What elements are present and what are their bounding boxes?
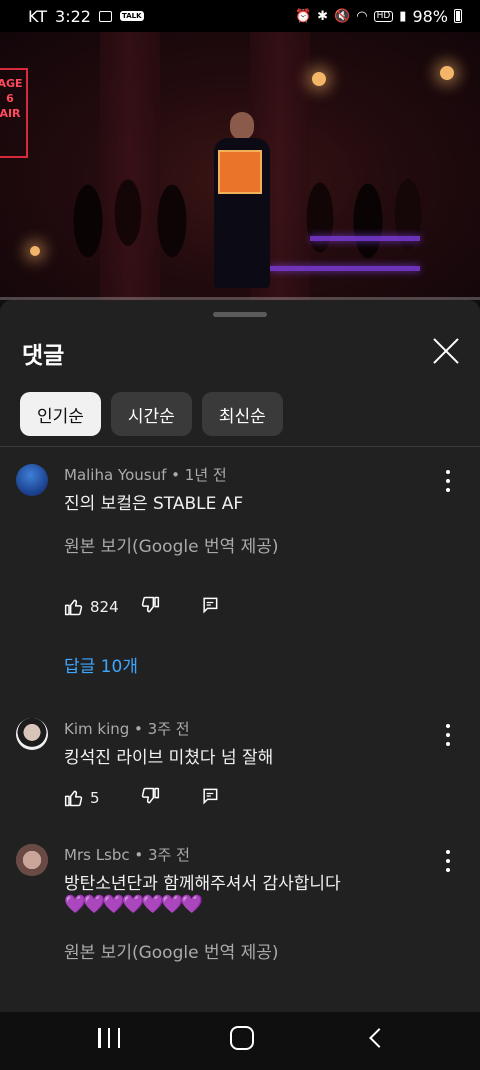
comment-text: 킹석진 라이브 미쳤다 넘 잘해 [64,748,274,768]
comment-text: 방탄소년단과 함께해주셔서 감사합니다 [64,874,341,894]
like-count: 824 [90,598,119,616]
dislike-button[interactable] [140,786,200,810]
time-label: 3:22 [55,6,91,26]
mute-icon: 🔇 [334,8,351,24]
host-figure [214,112,270,288]
wifi-icon: ◠ [356,8,368,24]
comment-meta[interactable]: Kim king • 3주 전 [64,718,190,739]
battery-percent: 98% [412,6,448,26]
back-icon[interactable] [369,1028,389,1048]
lamp-decor [440,66,454,80]
more-options-button[interactable] [440,724,456,746]
close-button[interactable] [432,336,462,366]
comment-meta[interactable]: Maliha Yousuf • 1년 전 [64,464,227,485]
bluetooth-icon: ✱ [317,8,329,24]
comment-actions: 824 [64,595,220,619]
more-options-button[interactable] [440,470,456,492]
home-icon[interactable] [230,1026,254,1050]
more-options-button[interactable] [440,850,456,872]
system-nav-bar [0,1012,480,1070]
host-sign [218,150,262,194]
video-player[interactable]: AGE 6 AIR [0,32,480,300]
divider [0,446,480,447]
reply-icon [203,788,218,805]
avatar[interactable] [16,464,48,496]
drag-handle[interactable] [213,312,267,317]
gallery-icon [98,10,112,22]
recent-apps-icon[interactable] [98,1028,120,1048]
view-replies-link[interactable]: 답글 10개 [64,652,138,677]
reply-button[interactable] [200,786,220,810]
comment-emoji: 💜💜💜💜💜💜💜 [64,894,203,915]
thumbs-down-icon [141,596,160,613]
chip-newest[interactable]: 최신순 [201,392,283,436]
comments-panel: 댓글 인기순 시간순 최신순 Maliha Yousuf • 1년 전 진의 보… [0,300,480,1012]
see-original-link[interactable]: 원본 보기(Google 번역 제공) [64,938,279,963]
avatar[interactable] [16,844,48,876]
like-button[interactable]: 824 [64,597,140,617]
thumbs-down-icon [141,787,160,804]
talk-icon: TALK [119,11,144,21]
neon-sign: AGE 6 AIR [0,68,28,158]
comment-actions: 5 [64,786,220,810]
comment-text: 진의 보컬은 STABLE AF [64,494,244,514]
reply-icon [203,597,218,614]
thumbs-up-icon [64,790,83,807]
see-original-link[interactable]: 원본 보기(Google 번역 제공) [64,532,279,557]
chip-time[interactable]: 시간순 [110,392,192,436]
dislike-button[interactable] [140,595,200,619]
like-button[interactable]: 5 [64,788,140,808]
alarm-icon: ⏰ [294,8,312,24]
lamp-decor [30,246,40,256]
comment-meta[interactable]: Mrs Lsbc • 3주 전 [64,844,190,865]
sort-chips: 인기순 시간순 최신순 [20,392,283,436]
battery-icon [454,9,462,23]
lamp-decor [312,72,326,86]
like-count: 5 [90,789,100,807]
signal-icon: ▮ [399,8,407,24]
panel-title: 댓글 [22,343,65,369]
chip-popular[interactable]: 인기순 [20,392,101,436]
stage-stairs [270,206,420,276]
status-bar: KT 3:22 TALK ⏰ ✱ 🔇 ◠ HD ▮ 98% [0,0,480,32]
carrier-label: KT [28,6,48,26]
hd-icon: HD [373,10,394,22]
thumbs-up-icon [64,599,83,616]
avatar[interactable] [16,718,48,750]
reply-button[interactable] [200,595,220,619]
